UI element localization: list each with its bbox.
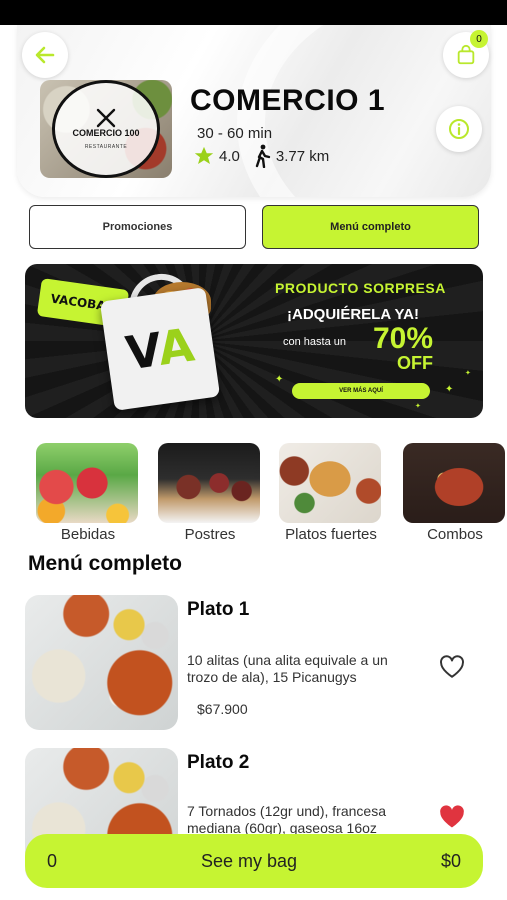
store-name: COMERCIO 1 [190,84,386,117]
category-carousel[interactable]: Bebidas Postres Platos fuertes Combos [25,443,507,545]
category-bebidas[interactable]: Bebidas [36,443,140,543]
sparkle-icon: ✦ [275,374,284,385]
tab-promotions[interactable]: Promociones [29,205,246,249]
bag-bar-count: 0 [47,850,58,871]
banner-off: OFF [397,353,433,373]
category-label: Combos [427,526,483,543]
category-image [158,443,260,523]
star-icon [194,146,214,164]
bag-bar-total: $0 [440,850,461,871]
dish-name: Plato 2 [187,752,250,773]
category-label: Platos fuertes [285,526,377,543]
promo-banner[interactable]: VACOBAG VA PRODUCTO SORPRESA ¡ADQUIÉRELA… [25,264,483,418]
banner-prefix: con hasta un [283,336,346,348]
banner-percent: 70% [373,322,434,355]
delivery-time: 30 - 60 min [197,125,273,142]
category-postres[interactable]: Postres [158,443,262,543]
banner-subtitle: ¡ADQUIÉRELA YA! [287,306,419,323]
dish-price: $67.900 [197,701,248,717]
category-label: Bebidas [60,526,116,543]
dish-name: Plato 1 [187,599,250,620]
cutlery-icon [96,108,116,128]
logo-name: COMERCIO 100 [72,127,140,138]
banner-title: PRODUCTO SORPRESA [275,280,446,296]
logo-badge: COMERCIO 100 RESTAURANTE [52,80,160,178]
category-label: Postres [184,526,236,543]
favorite-button[interactable] [438,804,466,830]
favorite-button[interactable] [438,654,466,680]
heart-filled-icon [440,805,464,828]
bag-count-badge: 0 [470,30,488,48]
category-image [36,443,138,523]
info-button[interactable] [436,106,482,152]
bag-illustration: VA [99,287,221,411]
back-button[interactable] [22,32,68,78]
sparkle-icon: ✦ [415,403,421,410]
shopping-bag-icon [457,44,475,65]
sparkle-icon: ✦ [465,370,471,377]
walking-icon [255,144,271,168]
info-icon [449,119,469,139]
tab-full-menu[interactable]: Menú completo [262,205,479,249]
arrow-left-icon [35,46,55,64]
banner-cta-button[interactable]: VER MÁS AQUÍ [292,383,430,399]
category-image [279,443,381,523]
menu-item[interactable]: Plato 1 10 alitas (una alita equivale a … [25,595,507,735]
logo-sub: RESTAURANTE [84,144,128,151]
heart-outline-icon [440,655,464,678]
rating-value: 4.0 [219,147,240,165]
dish-image [25,595,178,730]
category-platos-fuertes[interactable]: Platos fuertes [279,443,383,543]
store-meta: 4.0 3.77 km [193,144,329,168]
category-image [403,443,505,523]
dish-description: 7 Tornados (12gr und), francesa mediana … [187,803,386,836]
sparkle-icon: ✦ [445,384,454,395]
bag-bar-label: See my bag [200,850,298,871]
status-bar [0,0,507,25]
see-bag-button[interactable]: 0 See my bag $0 [25,834,483,888]
store-logo: COMERCIO 100 RESTAURANTE [40,80,172,178]
category-combos[interactable]: Combos [403,443,507,543]
bag-logo-mark: VA [122,317,198,381]
dish-description: 10 alitas (una alita equivale a un trozo… [187,652,388,685]
distance-value: 3.77 km [275,147,330,165]
section-title: Menú completo [28,552,183,575]
